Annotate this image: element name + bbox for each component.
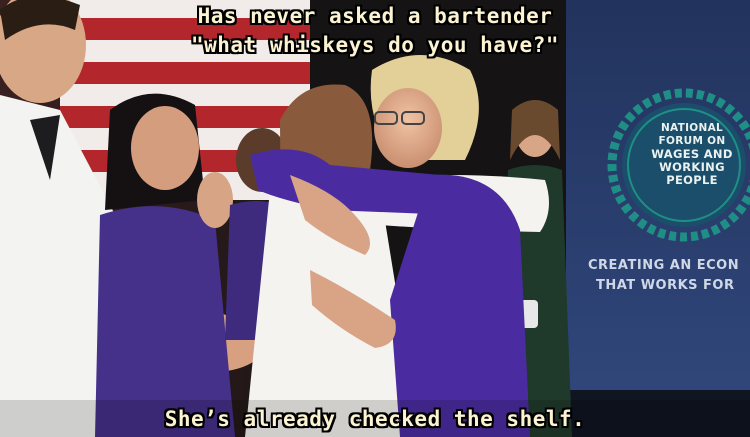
meme-photo: NATIONAL FORUM ON WAGES AND WORKING PEOP… [0, 0, 750, 437]
bottom-caption: She’s already checked the shelf. [164, 407, 586, 431]
photo-scene [0, 0, 750, 437]
top-caption-line1: Has never asked a bartender [197, 4, 553, 28]
banner-slogan-line1: CREATING AN ECON [588, 258, 740, 273]
seal-line: NATIONAL [660, 122, 724, 134]
banner-slogan-line2: THAT WORKS FOR [596, 278, 735, 293]
seal-line: PEOPLE [666, 173, 718, 187]
top-caption: Has never asked a bartender "what whiske… [0, 2, 750, 60]
banner-seal-text: NATIONAL FORUM ON WAGES AND WORKING PEOP… [640, 122, 744, 187]
top-caption-line2: "what whiskeys do you have?" [190, 33, 559, 57]
